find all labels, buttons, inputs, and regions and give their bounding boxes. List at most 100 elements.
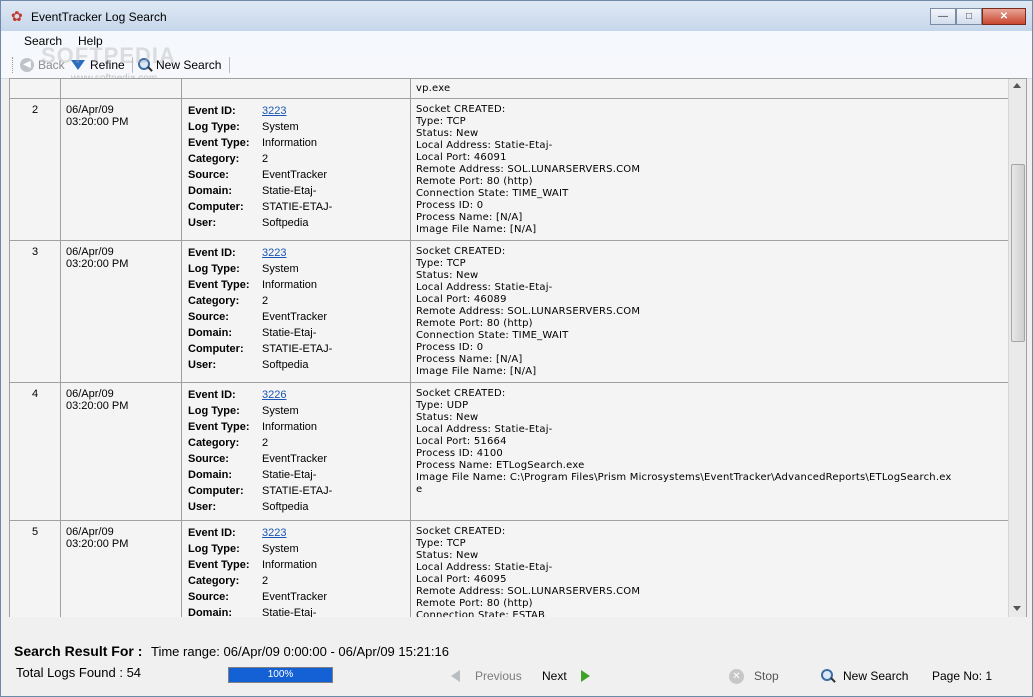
- field-value: Information: [262, 137, 318, 149]
- footer-panel: Search Result For : Time range: 06/Apr/0…: [1, 617, 1032, 696]
- cell-date: 06/Apr/09 03:20:00 PM: [61, 99, 182, 240]
- field-value: EventTracker: [262, 453, 328, 465]
- row-number: 5: [32, 526, 39, 538]
- scroll-up-arrow-icon[interactable]: [1013, 83, 1021, 88]
- cell-num: 2: [10, 99, 61, 240]
- field-value: STATIE-ETAJ-: [262, 343, 333, 355]
- app-window: ✿ EventTracker Log Search — □ ✕ Search H…: [0, 0, 1033, 697]
- field-label: Log Type:: [188, 543, 240, 555]
- cell-date: 06/Apr/09 03:20:00 PM: [61, 241, 182, 382]
- cell-event: Event ID: 3226 Log Type: System Event Type: I…: [182, 383, 411, 520]
- toolbar-separator: [229, 57, 230, 73]
- field-label: Event ID:: [188, 389, 236, 401]
- row-time: 03:20:00 PM: [66, 116, 129, 128]
- next-button[interactable]: Next: [542, 668, 590, 684]
- cell-description: Socket CREATED: Type: UDP Status: New Lo…: [411, 383, 1009, 520]
- magnifier-icon: [821, 669, 835, 683]
- row-number: 4: [32, 388, 39, 400]
- row-date: 06/Apr/09: [66, 388, 114, 400]
- scrollbar-thumb[interactable]: [1011, 164, 1025, 342]
- cell-num: 3: [10, 241, 61, 382]
- field-label: Source:: [188, 311, 229, 323]
- table-row[interactable]: 5 06/Apr/09 03:20:00 PM Event ID: 3223 Log Ty…: [10, 521, 1009, 618]
- field-label: User:: [188, 501, 217, 513]
- field-label: Source:: [188, 453, 229, 465]
- row-date: 06/Apr/09: [66, 526, 114, 538]
- field-label: Domain:: [188, 327, 232, 339]
- right-arrow-icon: [580, 670, 590, 682]
- row-time: 03:20:00 PM: [66, 400, 129, 412]
- field-value: 2: [262, 575, 269, 587]
- field-label: Category:: [188, 575, 240, 587]
- field-value: EventTracker: [262, 311, 328, 323]
- close-button[interactable]: ✕: [982, 8, 1026, 25]
- field-value: 2: [262, 437, 269, 449]
- title-bar[interactable]: ✿ EventTracker Log Search — □ ✕: [1, 1, 1032, 31]
- previous-button[interactable]: Previous: [451, 668, 522, 684]
- cell-event: Event ID: 3223 Log Type: System Event Type: I…: [182, 241, 411, 382]
- stop-icon: ✕: [729, 668, 744, 684]
- table-row[interactable]: 4 06/Apr/09 03:20:00 PM Event ID: 3226 Log Ty…: [10, 383, 1009, 521]
- scroll-down-arrow-icon[interactable]: [1013, 606, 1021, 611]
- field-label: Log Type:: [188, 405, 240, 417]
- field-label: Log Type:: [188, 121, 240, 133]
- progress-text: 100%: [267, 669, 294, 680]
- maximize-button[interactable]: □: [956, 8, 982, 25]
- row-datetime: 06/Apr/09 03:20:00 PM: [66, 104, 128, 128]
- field-label: Event Type:: [188, 421, 250, 433]
- field-label: Computer:: [188, 201, 244, 213]
- event-id-link[interactable]: 3223: [262, 247, 286, 259]
- field-label: Event Type:: [188, 279, 250, 291]
- row-number: 3: [32, 246, 39, 258]
- back-arrow-icon: ◀: [20, 58, 34, 72]
- event-id-link[interactable]: 3223: [262, 105, 286, 117]
- table-row[interactable]: 2 06/Apr/09 03:20:00 PM Event ID: 3223 Log Ty…: [10, 99, 1009, 241]
- softpedia-watermark: SOFTPEDIA: [41, 43, 176, 68]
- previous-label: Previous: [475, 669, 522, 683]
- stop-button[interactable]: ✕ Stop: [729, 668, 779, 684]
- cell-description: Socket CREATED: Type: TCP Status: New Lo…: [411, 99, 1009, 240]
- description-text: Socket CREATED: Type: TCP Status: New Lo…: [416, 526, 641, 618]
- row-time: 03:20:00 PM: [66, 258, 129, 270]
- field-label: Category:: [188, 295, 240, 307]
- cell-num: 4: [10, 383, 61, 520]
- description-text: vp.exe: [416, 83, 451, 94]
- event-id-link[interactable]: 3226: [262, 389, 286, 401]
- window-controls: — □ ✕: [930, 8, 1026, 26]
- field-value: System: [262, 263, 299, 275]
- minimize-button[interactable]: —: [930, 8, 956, 25]
- field-label: Event Type:: [188, 559, 250, 571]
- cell-date: 06/Apr/09 03:20:00 PM: [61, 521, 182, 617]
- row-number: 2: [32, 104, 39, 116]
- description-text: Socket CREATED: Type: TCP Status: New Lo…: [416, 246, 641, 377]
- toolbar-grip[interactable]: [12, 57, 16, 73]
- field-label: Domain:: [188, 185, 232, 197]
- next-label: Next: [542, 669, 567, 683]
- footer-new-search-button[interactable]: New Search: [821, 668, 908, 684]
- table-row[interactable]: 3 06/Apr/09 03:20:00 PM Event ID: 3223 Log Ty…: [10, 241, 1009, 383]
- field-value: Softpedia: [262, 359, 309, 371]
- results-grid[interactable]: vp.exe 2 06/Apr/09 03:20:00 PM Event ID: 322…: [9, 78, 1027, 618]
- field-value: Information: [262, 421, 318, 433]
- field-label: Event ID:: [188, 247, 236, 259]
- time-range-text: Time range: 06/Apr/09 0:00:00 - 06/Apr/0…: [151, 644, 449, 659]
- field-label: Category:: [188, 437, 240, 449]
- field-label: User:: [188, 359, 217, 371]
- event-id-link[interactable]: 3223: [262, 527, 286, 539]
- vertical-scrollbar[interactable]: [1008, 79, 1026, 617]
- field-value: 2: [262, 153, 269, 165]
- footer-new-search-label: New Search: [843, 669, 909, 683]
- field-value: 2: [262, 295, 269, 307]
- field-label: Source:: [188, 591, 229, 603]
- cell-num: [10, 79, 61, 98]
- field-value: EventTracker: [262, 169, 328, 181]
- field-value: Statie-Etaj-: [262, 469, 317, 481]
- field-label: Event Type:: [188, 137, 250, 149]
- row-time: 03:20:00 PM: [66, 538, 129, 550]
- field-label: Computer:: [188, 485, 244, 497]
- description-text: Socket CREATED: Type: UDP Status: New Lo…: [416, 388, 952, 495]
- table-row-partial[interactable]: vp.exe: [10, 79, 1009, 99]
- field-value: System: [262, 543, 299, 555]
- description-text: Socket CREATED: Type: TCP Status: New Lo…: [416, 104, 641, 235]
- field-value: System: [262, 121, 299, 133]
